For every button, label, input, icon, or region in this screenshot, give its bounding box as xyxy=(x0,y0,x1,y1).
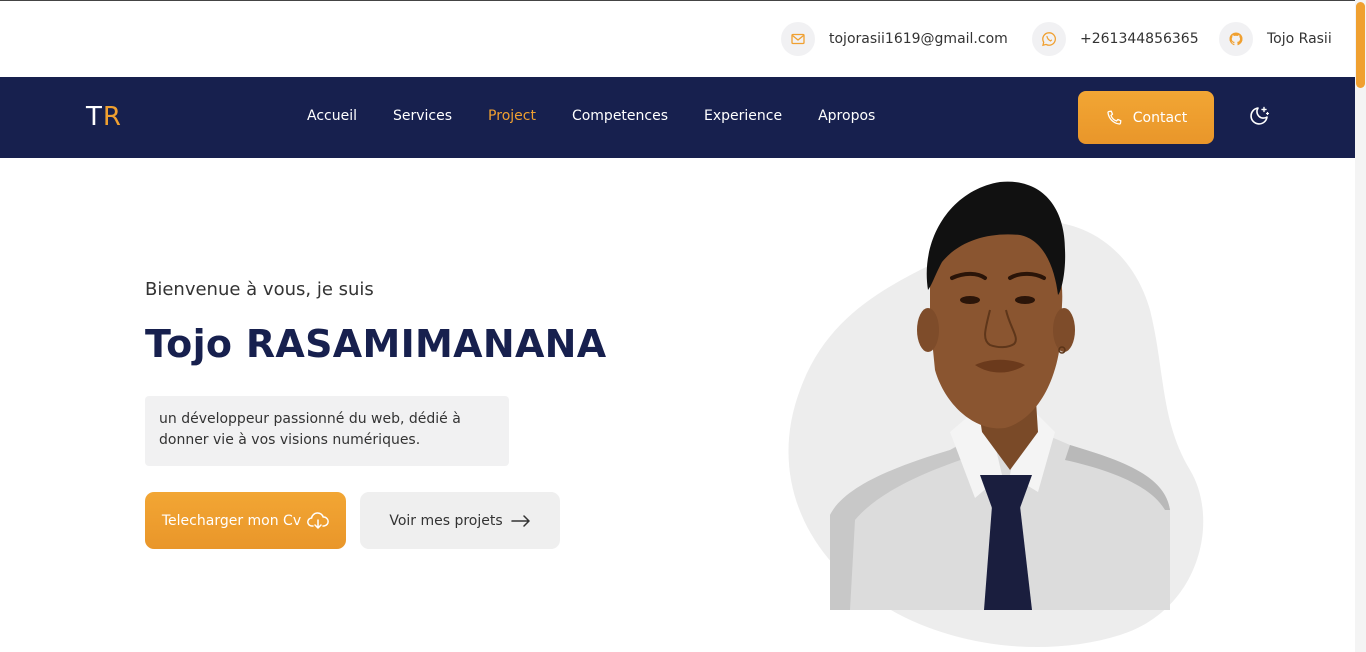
nav-links: Accueil Services Project Competences Exp… xyxy=(307,108,911,124)
theme-toggle-button[interactable] xyxy=(1246,103,1272,129)
nav-link-experience[interactable]: Experience xyxy=(704,108,782,124)
nav-link-competences[interactable]: Competences xyxy=(572,108,668,124)
hero-description: un développeur passionné du web, dédié à… xyxy=(145,396,509,466)
view-projects-label: Voir mes projets xyxy=(389,512,503,529)
nav-link-accueil[interactable]: Accueil xyxy=(307,108,357,124)
nav-link-project[interactable]: Project xyxy=(488,108,536,124)
nav-link-apropos[interactable]: Apropos xyxy=(818,108,875,124)
phone-icon xyxy=(1107,110,1122,125)
github-text: Tojo Rasii xyxy=(1267,31,1332,47)
moon-stars-icon xyxy=(1250,106,1270,125)
email-text: tojorasii1619@gmail.com xyxy=(829,31,1008,47)
contact-button-label: Contact xyxy=(1132,109,1188,126)
whatsapp-icon xyxy=(1032,22,1066,56)
download-cv-button[interactable]: Telecharger mon Cv xyxy=(145,492,346,549)
view-projects-button[interactable]: Voir mes projets xyxy=(360,492,560,549)
nav-link-services[interactable]: Services xyxy=(393,108,452,124)
hero-greeting: Bienvenue à vous, je suis xyxy=(145,279,374,300)
github-contact[interactable]: Tojo Rasii xyxy=(1219,21,1332,57)
email-contact[interactable]: tojorasii1619@gmail.com xyxy=(781,21,1008,57)
scrollbar-track[interactable] xyxy=(1355,0,1366,652)
contact-button[interactable]: Contact xyxy=(1078,91,1214,144)
hero-name: Tojo RASAMIMANANA xyxy=(145,322,607,366)
github-icon xyxy=(1219,22,1253,56)
navbar: TR Accueil Services Project Competences … xyxy=(0,77,1355,158)
logo-letter-r: R xyxy=(102,102,122,132)
arrow-right-icon xyxy=(510,514,530,527)
mail-icon xyxy=(781,22,815,56)
download-cv-label: Telecharger mon Cv xyxy=(161,512,302,529)
cloud-download-icon xyxy=(307,511,329,529)
phone-contact[interactable]: +261344856365 xyxy=(1032,21,1199,57)
scrollbar-thumb[interactable] xyxy=(1356,2,1365,88)
logo-letter-t: T xyxy=(86,102,103,132)
phone-text: +261344856365 xyxy=(1080,31,1199,47)
logo[interactable]: TR xyxy=(86,102,122,132)
portrait-illustration xyxy=(770,170,1230,652)
contact-bar: tojorasii1619@gmail.com +261344856365 To… xyxy=(0,1,1355,77)
